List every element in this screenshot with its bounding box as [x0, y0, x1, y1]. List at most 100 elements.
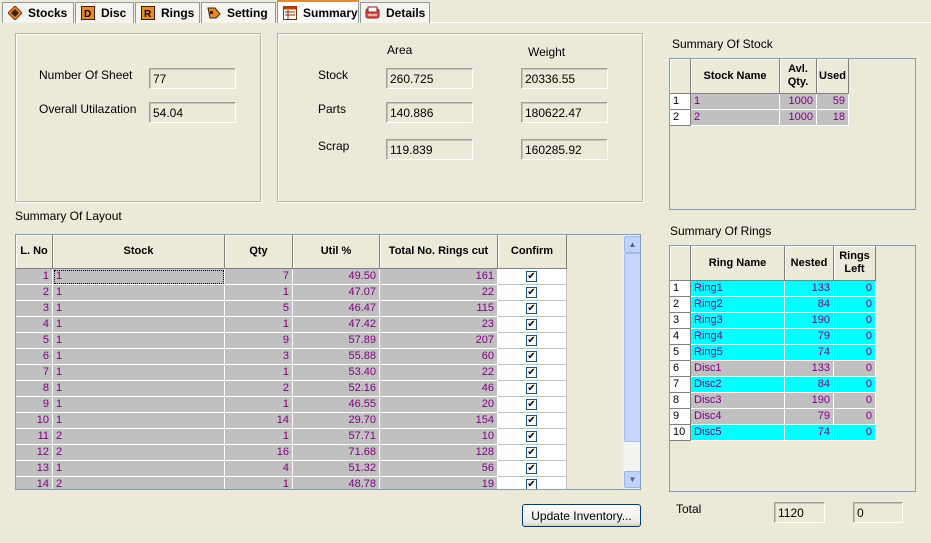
scrap-area-field[interactable]: 119.839 [386, 139, 473, 160]
confirm-checkbox[interactable]: ✔ [526, 287, 537, 298]
stock-header-name[interactable]: Stock Name [691, 59, 780, 94]
table-row[interactable]: 11 2 1 57.71 10 ✔ [16, 429, 623, 445]
confirm-checkbox[interactable]: ✔ [526, 351, 537, 362]
layout-cell-util[interactable]: 47.07 [293, 285, 380, 301]
tab-details[interactable]: Details [360, 2, 430, 23]
stock-area-field[interactable]: 260.725 [386, 68, 473, 89]
rings-cell-name[interactable]: Ring2 [691, 297, 785, 313]
layout-header-qty[interactable]: Qty [225, 235, 293, 269]
layout-cell-no[interactable]: 4 [16, 317, 53, 333]
layout-cell-qty[interactable]: 1 [225, 365, 293, 381]
utilization-field[interactable]: 54.04 [149, 102, 236, 123]
confirm-checkbox[interactable]: ✔ [526, 479, 537, 489]
layout-cell-no[interactable]: 11 [16, 429, 53, 445]
layout-cell-util[interactable]: 51.32 [293, 461, 380, 477]
confirm-checkbox[interactable]: ✔ [526, 303, 537, 314]
table-row[interactable]: 2 1 1 47.07 22 ✔ [16, 285, 623, 301]
stock-cell-name[interactable]: 2 [691, 110, 780, 126]
table-row[interactable]: 2 2 1000 18 [670, 110, 849, 126]
rings-header-name[interactable]: Ring Name [691, 246, 785, 281]
rings-cell-name[interactable]: Ring1 [691, 281, 785, 297]
confirm-checkbox[interactable]: ✔ [526, 447, 537, 458]
layout-cell-qty[interactable]: 1 [225, 397, 293, 413]
stock-cell-name[interactable]: 1 [691, 94, 780, 110]
rings-cell-nested[interactable]: 190 [785, 313, 834, 329]
layout-header-stock[interactable]: Stock [53, 235, 225, 269]
tab-stocks[interactable]: Stocks [2, 2, 74, 23]
stock-cell-used[interactable]: 18 [817, 110, 849, 126]
layout-cell-util[interactable]: 52.16 [293, 381, 380, 397]
scroll-down-icon[interactable]: ▼ [624, 471, 640, 488]
rings-cell-left[interactable]: 0 [834, 329, 876, 345]
layout-cell-rings[interactable]: 207 [380, 333, 498, 349]
scroll-thumb[interactable] [624, 253, 640, 442]
confirm-checkbox[interactable]: ✔ [526, 383, 537, 394]
rings-cell-left[interactable]: 0 [834, 425, 876, 441]
layout-cell-qty[interactable]: 1 [225, 429, 293, 445]
tab-rings[interactable]: R Rings [135, 2, 200, 23]
layout-cell-confirm[interactable]: ✔ [498, 365, 567, 381]
layout-cell-qty[interactable]: 2 [225, 381, 293, 397]
total-left-field[interactable]: 0 [853, 502, 903, 523]
layout-cell-rings[interactable]: 161 [380, 269, 498, 285]
layout-cell-confirm[interactable]: ✔ [498, 333, 567, 349]
stock-cell-used[interactable]: 59 [817, 94, 849, 110]
layout-cell-qty[interactable]: 7 [225, 269, 293, 285]
rings-cell-name[interactable]: Ring3 [691, 313, 785, 329]
table-row[interactable]: 8 1 2 52.16 46 ✔ [16, 381, 623, 397]
table-row[interactable]: 6 Disc1 133 0 [670, 361, 876, 377]
layout-cell-rings[interactable]: 10 [380, 429, 498, 445]
stock-header-used[interactable]: Used [817, 59, 849, 94]
table-row[interactable]: 10 1 14 29.70 154 ✔ [16, 413, 623, 429]
table-row[interactable]: 1 Ring1 133 0 [670, 281, 876, 297]
table-row[interactable]: 14 2 1 48.78 19 ✔ [16, 477, 623, 489]
layout-cell-rings[interactable]: 115 [380, 301, 498, 317]
rings-header-left[interactable]: Rings Left [834, 246, 876, 281]
layout-cell-confirm[interactable]: ✔ [498, 269, 567, 285]
tab-disc[interactable]: D Disc [75, 2, 134, 23]
stock-cell-avl[interactable]: 1000 [780, 110, 817, 126]
layout-cell-confirm[interactable]: ✔ [498, 477, 567, 489]
layout-cell-util[interactable]: 71.68 [293, 445, 380, 461]
rings-cell-name[interactable]: Disc3 [691, 393, 785, 409]
rings-cell-left[interactable]: 0 [834, 345, 876, 361]
layout-cell-util[interactable]: 46.47 [293, 301, 380, 317]
layout-cell-rings[interactable]: 19 [380, 477, 498, 489]
confirm-checkbox[interactable]: ✔ [526, 415, 537, 426]
layout-cell-qty[interactable]: 5 [225, 301, 293, 317]
layout-cell-util[interactable]: 55.88 [293, 349, 380, 365]
total-nested-field[interactable]: 1120 [774, 502, 825, 523]
table-row[interactable]: 2 Ring2 84 0 [670, 297, 876, 313]
layout-cell-stock[interactable]: 1 [53, 285, 225, 301]
rings-cell-nested[interactable]: 79 [785, 409, 834, 425]
layout-cell-rings[interactable]: 56 [380, 461, 498, 477]
layout-cell-no[interactable]: 9 [16, 397, 53, 413]
layout-cell-rings[interactable]: 22 [380, 285, 498, 301]
layout-cell-qty[interactable]: 1 [225, 317, 293, 333]
layout-cell-stock[interactable]: 2 [53, 477, 225, 489]
layout-cell-no[interactable]: 2 [16, 285, 53, 301]
layout-cell-stock[interactable]: 1 [53, 269, 225, 285]
layout-cell-confirm[interactable]: ✔ [498, 317, 567, 333]
rings-cell-nested[interactable]: 84 [785, 377, 834, 393]
layout-cell-no[interactable]: 1 [16, 269, 53, 285]
stock-weight-field[interactable]: 20336.55 [521, 68, 608, 89]
layout-cell-no[interactable]: 3 [16, 301, 53, 317]
table-row[interactable]: 13 1 4 51.32 56 ✔ [16, 461, 623, 477]
table-row[interactable]: 5 Ring5 74 0 [670, 345, 876, 361]
confirm-checkbox[interactable]: ✔ [526, 367, 537, 378]
rings-cell-name[interactable]: Ring5 [691, 345, 785, 361]
parts-area-field[interactable]: 140.886 [386, 102, 473, 123]
table-row[interactable]: 8 Disc3 190 0 [670, 393, 876, 409]
confirm-checkbox[interactable]: ✔ [526, 431, 537, 442]
confirm-checkbox[interactable]: ✔ [526, 319, 537, 330]
rings-cell-name[interactable]: Disc1 [691, 361, 785, 377]
scroll-up-icon[interactable]: ▲ [624, 236, 640, 253]
layout-cell-rings[interactable]: 154 [380, 413, 498, 429]
layout-cell-qty[interactable]: 3 [225, 349, 293, 365]
table-row[interactable]: 7 1 1 53.40 22 ✔ [16, 365, 623, 381]
layout-header-rings-cut[interactable]: Total No. Rings cut [380, 235, 498, 269]
layout-cell-rings[interactable]: 23 [380, 317, 498, 333]
layout-cell-stock[interactable]: 1 [53, 317, 225, 333]
layout-cell-util[interactable]: 48.78 [293, 477, 380, 489]
